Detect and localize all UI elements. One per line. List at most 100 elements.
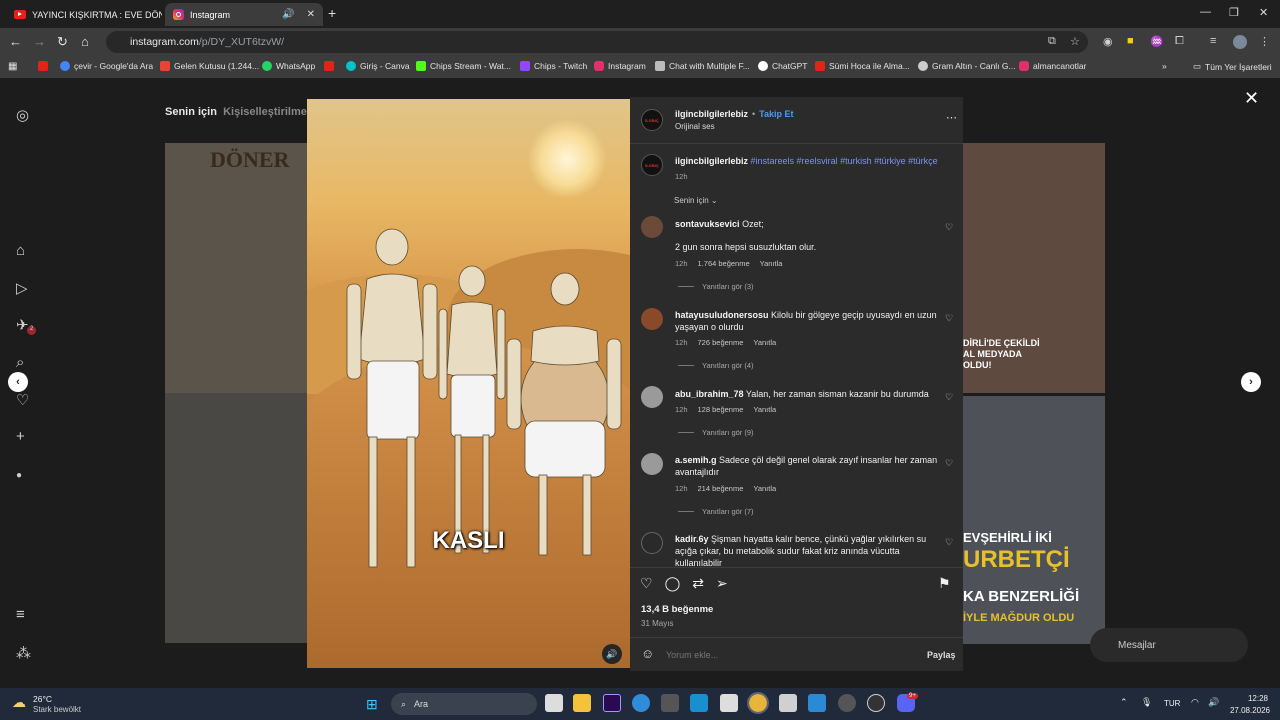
- star-icon[interactable]: ☆: [1070, 35, 1080, 48]
- bookmark-icon[interactable]: ⚑: [938, 575, 951, 592]
- more-menu-icon[interactable]: ≡: [16, 606, 25, 623]
- premiere-icon[interactable]: [603, 694, 621, 712]
- file-explorer-icon[interactable]: [573, 694, 591, 712]
- app-icon[interactable]: [720, 694, 738, 712]
- vscode-icon[interactable]: [808, 694, 826, 712]
- comment-icon[interactable]: ◯: [665, 575, 681, 592]
- back-arrow-icon[interactable]: ←: [9, 34, 22, 49]
- language-indicator[interactable]: TUR: [1164, 699, 1180, 708]
- meta-icon[interactable]: ⁂: [16, 644, 31, 662]
- close-icon[interactable]: ✕: [1244, 88, 1259, 109]
- comment-input[interactable]: [666, 646, 906, 664]
- tab-youtube[interactable]: YAYINCI KIŞKIRTMA : EVE DÖNÜ✕: [6, 3, 162, 26]
- background-post-keyboard[interactable]: [165, 393, 307, 643]
- caption-hashtags[interactable]: #instareels #reelsviral #turkish #türkiy…: [751, 156, 938, 166]
- bookmark[interactable]: [324, 61, 334, 71]
- commenter-avatar[interactable]: [641, 386, 663, 408]
- view-replies[interactable]: Yanıtları gör (9): [678, 428, 754, 437]
- commenter-avatar[interactable]: [641, 532, 663, 554]
- bookmark[interactable]: Chips - Twitch: [520, 61, 587, 71]
- bookmark[interactable]: ChatGPT: [758, 61, 807, 71]
- comment-likes[interactable]: 726 beğenme: [698, 338, 744, 347]
- author-avatar[interactable]: İLGİNÇ: [641, 154, 663, 176]
- comment-user[interactable]: a.semih.g: [675, 455, 717, 465]
- share-icon[interactable]: ➢: [716, 575, 728, 592]
- author-name[interactable]: ilgincbilgilerlebiz: [675, 109, 748, 119]
- sort-dropdown[interactable]: Senin için ⌄: [674, 196, 718, 205]
- repost-icon[interactable]: ⇄: [692, 575, 704, 592]
- profile-avatar[interactable]: ●: [16, 470, 22, 481]
- like-comment-icon[interactable]: ♡: [945, 458, 953, 469]
- comment-likes[interactable]: 1.764 beğenme: [698, 259, 750, 268]
- bookmark[interactable]: Giriş - Canva: [346, 61, 410, 71]
- comment-user[interactable]: hatayusuludonersosu: [675, 310, 769, 320]
- all-bookmarks[interactable]: ▭ Tüm Yer İşaretleri: [1193, 61, 1272, 72]
- app-icon[interactable]: [779, 694, 797, 712]
- app-icon[interactable]: [690, 694, 708, 712]
- commenter-avatar[interactable]: [641, 308, 663, 330]
- audio-extension-icon[interactable]: ♒: [1150, 35, 1164, 48]
- bookmark[interactable]: WhatsApp: [262, 61, 315, 71]
- instagram-logo-icon[interactable]: ◎: [16, 106, 29, 124]
- caption-author[interactable]: ilgincbilgilerlebiz: [675, 156, 748, 166]
- menu-icon[interactable]: ⋮: [1259, 35, 1270, 48]
- next-post-button[interactable]: ›: [1241, 372, 1261, 392]
- chrome-icon[interactable]: [747, 692, 769, 714]
- bookmark[interactable]: Chips Stream - Wat...: [416, 61, 511, 71]
- profile-avatar[interactable]: [1233, 35, 1247, 49]
- chevron-up-icon[interactable]: ⌃: [1120, 697, 1128, 708]
- background-post-food[interactable]: DÖNER: [165, 143, 307, 393]
- reels-icon[interactable]: ▷: [16, 279, 28, 297]
- tab-search-icon[interactable]: ≡: [1210, 35, 1216, 47]
- volume-icon[interactable]: 🔊: [1208, 697, 1219, 708]
- bookmark[interactable]: Instagram: [594, 61, 646, 71]
- speaker-icon[interactable]: 🔊: [282, 9, 294, 20]
- bookmark[interactable]: çevir - Google'da Ara: [60, 61, 153, 71]
- clock-time[interactable]: 12:28: [1228, 694, 1268, 703]
- url-input[interactable]: instagram.com/p/DY_XUT6tzvW/: [106, 31, 1088, 53]
- commenter-avatar[interactable]: [641, 453, 663, 475]
- like-comment-icon[interactable]: ♡: [945, 392, 953, 403]
- wifi-icon[interactable]: ◠: [1191, 697, 1199, 708]
- like-comment-icon[interactable]: ♡: [945, 537, 953, 548]
- comment-user[interactable]: abu_ibrahim_78: [675, 389, 744, 399]
- puzzle-icon[interactable]: ⧠: [1175, 35, 1184, 48]
- bookmark[interactable]: Gram Altın - Canlı G...: [918, 61, 1016, 71]
- extension-icon[interactable]: ■: [1127, 35, 1134, 47]
- heart-icon[interactable]: ♡: [16, 391, 29, 409]
- app-icon[interactable]: [838, 694, 856, 712]
- apps-icon[interactable]: ▦: [8, 61, 17, 72]
- taskbar-search[interactable]: ⌕ Ara: [391, 693, 537, 715]
- home-icon[interactable]: ⌂: [16, 242, 25, 259]
- view-replies[interactable]: Yanıtları gör (4): [678, 361, 754, 370]
- previous-post-button[interactable]: ‹: [8, 372, 28, 392]
- post-comment-button[interactable]: Paylaş: [927, 650, 956, 660]
- bookmark[interactable]: Chat with Multiple F...: [655, 61, 750, 71]
- comment-likes[interactable]: 214 beğenme: [698, 484, 744, 493]
- reload-icon[interactable]: ↻: [57, 34, 68, 50]
- start-icon[interactable]: ⊞: [366, 696, 378, 713]
- minimize-button[interactable]: —: [1200, 6, 1211, 18]
- messages-button[interactable]: Mesajlar: [1090, 628, 1248, 662]
- heart-icon[interactable]: ♡: [640, 575, 653, 592]
- create-icon[interactable]: +: [16, 428, 25, 445]
- weather-icon[interactable]: ☁: [12, 694, 26, 711]
- author-avatar[interactable]: İLGİNÇ: [641, 109, 663, 131]
- background-post-news[interactable]: DİRLİ'DE ÇEKİLDİ AL MEDYADA OLDU!: [963, 143, 1105, 393]
- weather-temp[interactable]: 26°C: [33, 694, 52, 704]
- forward-arrow-icon[interactable]: →: [33, 34, 46, 49]
- edge-icon[interactable]: [632, 694, 650, 712]
- reply-button[interactable]: Yanıtla: [753, 484, 776, 493]
- camera-extension-icon[interactable]: ◉: [1103, 35, 1113, 48]
- app-icon[interactable]: [867, 694, 885, 712]
- bookmark[interactable]: Gelen Kutusu (1.244...: [160, 61, 259, 71]
- audio-label[interactable]: Orijinal ses: [675, 122, 715, 131]
- view-replies[interactable]: Yanıtları gör (7): [678, 507, 754, 516]
- store-icon[interactable]: [661, 694, 679, 712]
- comment-user[interactable]: kadir.6y: [675, 534, 709, 544]
- commenter-avatar[interactable]: [641, 216, 663, 238]
- task-view-icon[interactable]: [545, 694, 563, 712]
- bookmark[interactable]: [38, 61, 48, 71]
- more-bookmarks-icon[interactable]: »: [1162, 61, 1167, 71]
- comment-user[interactable]: sontavuksevici: [675, 219, 740, 229]
